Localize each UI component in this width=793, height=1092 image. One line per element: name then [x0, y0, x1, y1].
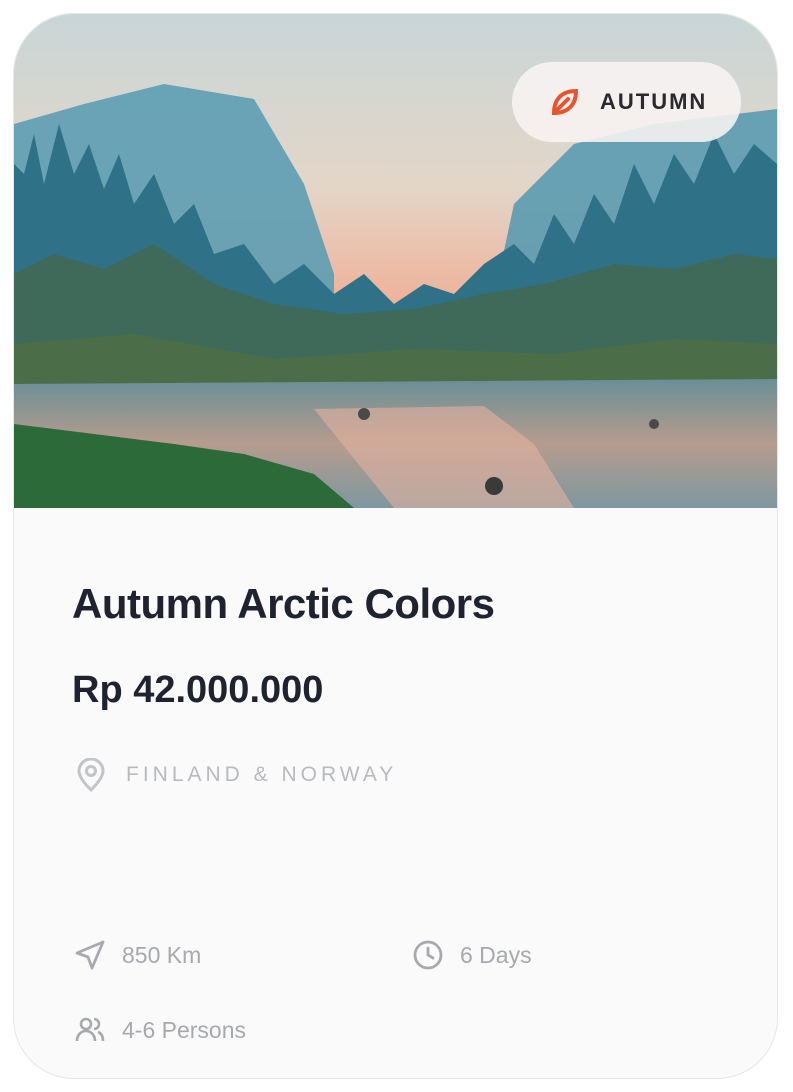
leaf-icon	[548, 85, 582, 119]
map-pin-icon	[76, 758, 106, 792]
clock-icon	[412, 939, 444, 971]
trip-card[interactable]: AUTUMN Autumn Arctic Colors Rp 42.000.00…	[14, 14, 777, 1078]
persons-stat: 4-6 Persons	[74, 1014, 246, 1046]
season-badge[interactable]: AUTUMN	[512, 62, 742, 142]
trip-title: Autumn Arctic Colors	[72, 580, 495, 627]
trip-price: Rp 42.000.000	[72, 669, 324, 711]
navigation-icon	[74, 939, 106, 971]
persons-label: 4-6 Persons	[122, 1016, 247, 1043]
distance-stat: 850 Km	[74, 939, 201, 971]
trip-location: FINLAND & NORWAY	[76, 758, 397, 792]
users-icon	[74, 1014, 106, 1046]
location-label: FINLAND & NORWAY	[126, 763, 398, 786]
duration-stat: 6 Days	[412, 939, 532, 971]
season-badge-label: AUTUMN	[600, 89, 708, 114]
duration-label: 6 Days	[460, 941, 532, 968]
distance-label: 850 Km	[122, 941, 202, 968]
